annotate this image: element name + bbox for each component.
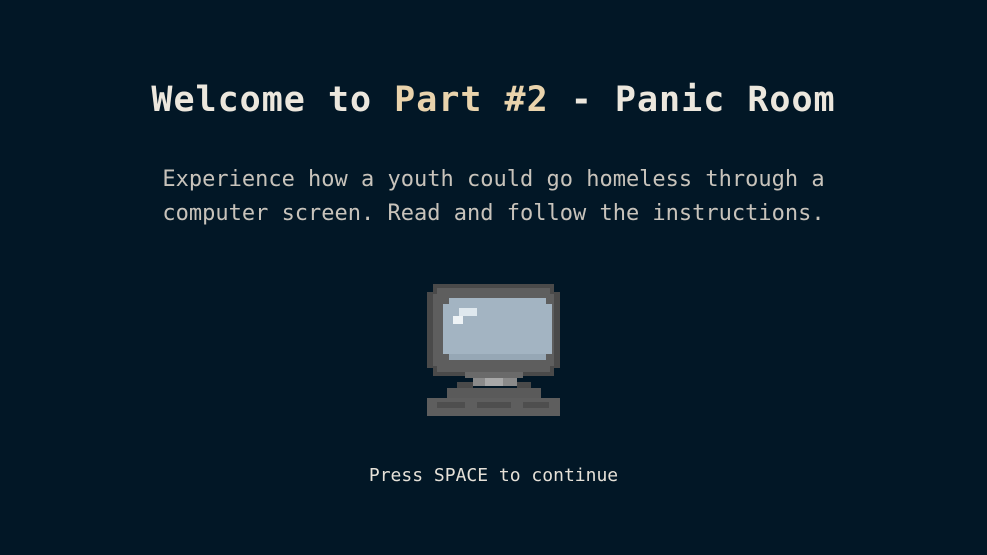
description-line-2: computer screen. Read and follow the ins… [162,201,825,226]
description: Experience how a youth could go homeless… [0,163,987,231]
page-title: Welcome to Part #2 - Panic Room [0,80,987,120]
title-highlight: Part #2 [394,80,549,120]
title-prefix: Welcome to [151,80,395,120]
continue-prompt[interactable]: Press SPACE to continue [0,465,987,486]
description-line-1: Experience how a youth could go homeless… [162,167,825,192]
title-suffix: - Panic Room [548,80,836,120]
intro-screen[interactable]: Welcome to Part #2 - Panic Room Experien… [0,0,987,555]
computer-monitor-icon [427,284,560,416]
